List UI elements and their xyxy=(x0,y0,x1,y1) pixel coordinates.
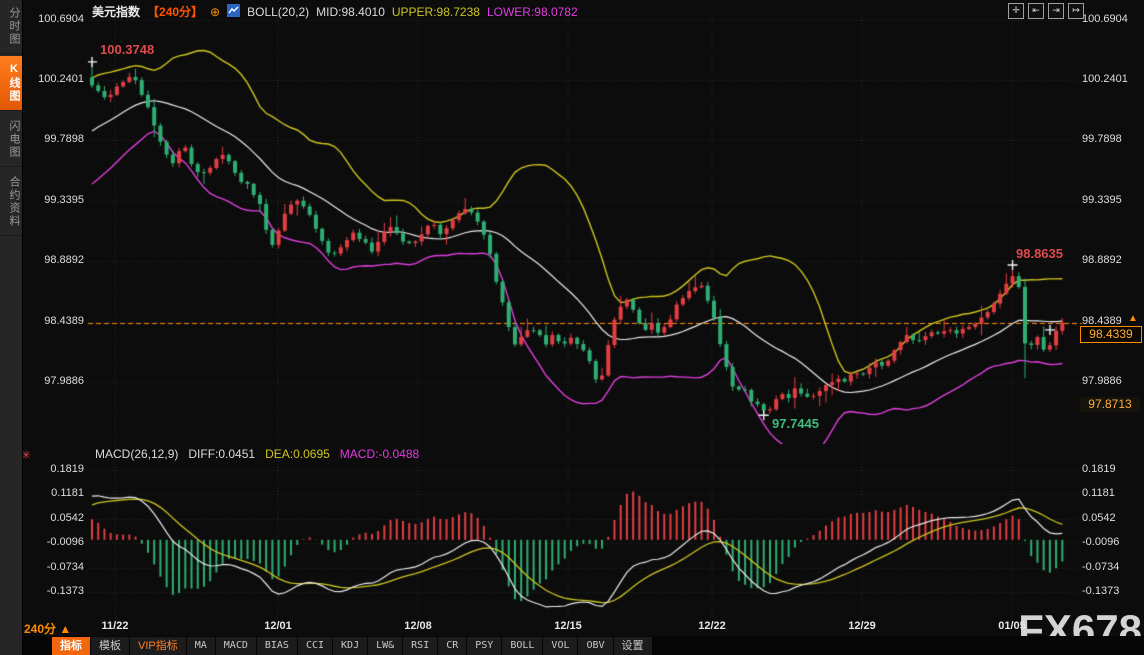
price-annotation: 100.3748 xyxy=(100,42,154,57)
macd-tick-label: 0.0542 xyxy=(1082,512,1142,524)
toolbar-button-kdj[interactable]: KDJ xyxy=(333,637,367,655)
main-chart-canvas[interactable] xyxy=(0,0,1144,655)
price-tick-label: 98.8892 xyxy=(1082,254,1142,266)
price-tick-label: 100.6904 xyxy=(20,13,84,25)
toolbar-button-ma[interactable]: MA xyxy=(187,637,215,655)
toolbar-button-rsi[interactable]: RSI xyxy=(403,637,437,655)
pan-icon[interactable]: ✛ xyxy=(1008,3,1024,19)
boll-mid-value: MID:98.4010 xyxy=(316,5,385,19)
boll-label: BOLL(20,2) xyxy=(247,5,309,19)
boll-lower-value: LOWER:98.0782 xyxy=(487,5,578,19)
price-tick-label: 97.9886 xyxy=(20,375,84,387)
price-tick-label: 100.2401 xyxy=(1082,73,1142,85)
macd-tick-label: -0.0734 xyxy=(20,561,84,573)
macd-tick-label: 0.1181 xyxy=(20,487,84,499)
sidebar-tab-contract-info[interactable]: 合约资料 xyxy=(0,169,22,236)
toolbar-button-boll[interactable]: BOLL xyxy=(502,637,542,655)
toolbar-button-macd[interactable]: MACD xyxy=(216,637,256,655)
period-badge: 【240分】 xyxy=(147,3,203,20)
sidebar-tab-kline-chart[interactable]: K线图 xyxy=(0,56,22,111)
current-price-tag: 98.4339 xyxy=(1080,326,1142,343)
macd-tick-label: -0.0096 xyxy=(20,536,84,548)
date-label: 12/08 xyxy=(395,620,441,632)
toolbar-button-settings[interactable]: 设置 xyxy=(614,637,652,655)
price-tick-label: 99.3395 xyxy=(20,194,84,206)
macd-tick-label: -0.0096 xyxy=(1082,536,1142,548)
macd-tick-label: 0.1181 xyxy=(1082,487,1142,499)
window-controls: ✛⇤⇥↦ xyxy=(1008,3,1084,19)
secondary-price-tag: 97.8713 xyxy=(1080,397,1140,412)
toolbar-button-vip-indicator[interactable]: VIP指标 xyxy=(130,637,186,655)
date-label: 12/15 xyxy=(545,620,591,632)
kline-legend: 美元指数 【240分】 ⊕ BOLL(20,2) MID:98.4010 UPP… xyxy=(92,3,578,20)
boll-upper-value: UPPER:98.7238 xyxy=(392,5,480,19)
toolbar-button-psy[interactable]: PSY xyxy=(467,637,501,655)
chart-type-sidebar: 分时图K线图闪电图合约资料 xyxy=(0,0,23,655)
mini-chart-icon xyxy=(227,4,240,20)
chart-window: 分时图K线图闪电图合约资料 美元指数 【240分】 ⊕ BOLL(20,2) M… xyxy=(0,0,1144,655)
price-annotation: 98.8635 xyxy=(1016,246,1063,261)
period-selector[interactable]: 240分 ▲ xyxy=(24,620,71,637)
price-tick-label: 98.8892 xyxy=(20,254,84,266)
macd-name: MACD(26,12,9) xyxy=(95,447,178,461)
date-label: 12/29 xyxy=(839,620,885,632)
price-tick-label: 99.7898 xyxy=(1082,133,1142,145)
price-tick-label: 99.3395 xyxy=(1082,194,1142,206)
toolbar-button-lw[interactable]: LW& xyxy=(368,637,402,655)
date-label: 12/01 xyxy=(255,620,301,632)
price-tick-label: 100.2401 xyxy=(20,73,84,85)
macd-tick-label: -0.1373 xyxy=(20,585,84,597)
symbol-name: 美元指数 xyxy=(92,3,140,20)
price-tick-label: 97.9886 xyxy=(1082,375,1142,387)
toolbar-button-template[interactable]: 模板 xyxy=(91,637,129,655)
macd-diff-value: DIFF:0.0451 xyxy=(188,447,255,461)
toolbar-button-cci[interactable]: CCI xyxy=(298,637,332,655)
toolbar-button-obv[interactable]: OBV xyxy=(578,637,612,655)
macd-tick-label: -0.0734 xyxy=(1082,561,1142,573)
price-tick-label: 98.4389 xyxy=(20,315,84,327)
sidebar-tab-lightning-chart[interactable]: 闪电图 xyxy=(0,113,22,167)
macd-legend: MACD(26,12,9) DIFF:0.0451 DEA:0.0695 MAC… xyxy=(95,447,419,461)
sidebar-tab-time-chart[interactable]: 分时图 xyxy=(0,0,22,54)
macd-tick-label: 0.1819 xyxy=(1082,463,1142,475)
range-end-icon[interactable]: ⇥ xyxy=(1048,3,1064,19)
macd-dea-value: DEA:0.0695 xyxy=(265,447,330,461)
price-tick-label: 100.6904 xyxy=(1082,13,1142,25)
macd-tick-label: 0.0542 xyxy=(20,512,84,524)
date-label: 11/22 xyxy=(92,620,138,632)
range-start-icon[interactable]: ⇤ xyxy=(1028,3,1044,19)
macd-tick-label: 0.1819 xyxy=(20,463,84,475)
macd-hist-value: MACD:-0.0488 xyxy=(340,447,419,461)
exit-right-icon[interactable]: ↦ xyxy=(1068,3,1084,19)
price-tick-label: 99.7898 xyxy=(20,133,84,145)
date-label: 01/05 xyxy=(989,620,1035,632)
toolbar-button-vol[interactable]: VOL xyxy=(543,637,577,655)
date-label: 12/22 xyxy=(689,620,735,632)
toolbar-button-cr[interactable]: CR xyxy=(438,637,466,655)
macd-tick-label: -0.1373 xyxy=(1082,585,1142,597)
link-icon[interactable]: ⊕ xyxy=(210,5,220,19)
toolbar-button-bias[interactable]: BIAS xyxy=(257,637,297,655)
price-annotation: 97.7445 xyxy=(772,416,819,431)
toolbar-button-indicator[interactable]: 指标 xyxy=(52,637,90,655)
price-up-arrow-icon: ▲ xyxy=(1128,313,1138,324)
indicator-toolbar: 指标模板VIP指标MAMACDBIASCCIKDJLW&RSICRPSYBOLL… xyxy=(52,637,652,655)
